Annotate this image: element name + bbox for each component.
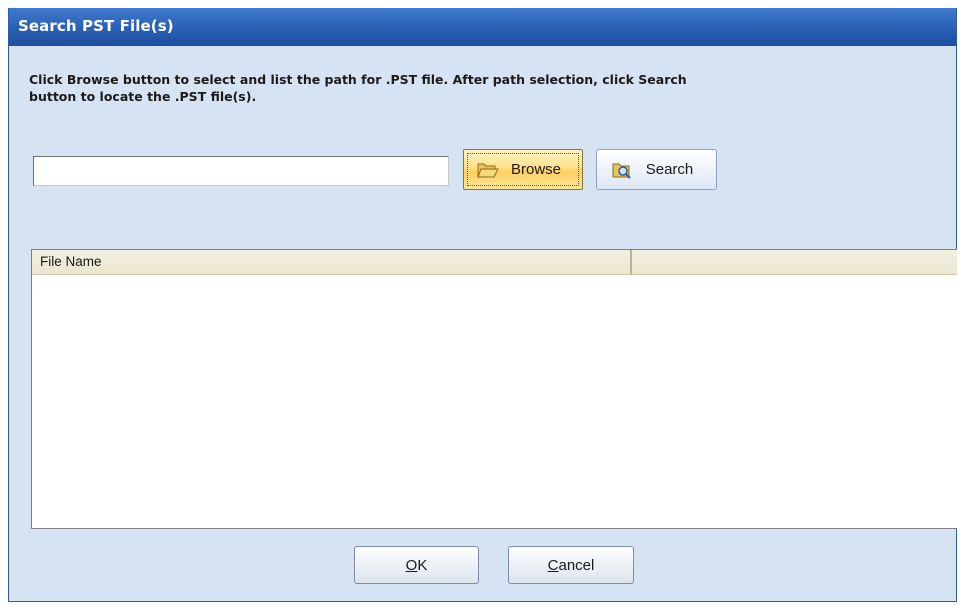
- magnifier-icon: [612, 161, 634, 179]
- ok-mnemonic: O: [405, 556, 418, 574]
- path-input[interactable]: [33, 156, 449, 186]
- cancel-label-rest: ancel: [558, 556, 595, 574]
- title-bar[interactable]: Search PST File(s): [9, 8, 956, 46]
- browse-button[interactable]: Browse: [463, 149, 583, 190]
- column-header-extra[interactable]: [632, 250, 958, 274]
- search-pst-dialog: Search PST File(s) Click Browse button t…: [8, 8, 957, 602]
- column-header-file-name[interactable]: File Name: [32, 250, 632, 274]
- list-body[interactable]: [32, 275, 957, 528]
- ok-button[interactable]: OK: [354, 546, 479, 584]
- cancel-mnemonic: C: [547, 556, 559, 574]
- focus-indicator: [467, 153, 579, 186]
- search-button[interactable]: Search: [596, 149, 717, 190]
- instructions-text: Click Browse button to select and list t…: [29, 72, 687, 104]
- file-list[interactable]: File Name: [31, 249, 957, 529]
- dialog-title: Search PST File(s): [18, 17, 174, 35]
- ok-label-rest: K: [417, 556, 428, 574]
- search-label: Search: [645, 161, 694, 178]
- list-header: File Name: [32, 250, 957, 275]
- cancel-button[interactable]: Cancel: [508, 546, 634, 584]
